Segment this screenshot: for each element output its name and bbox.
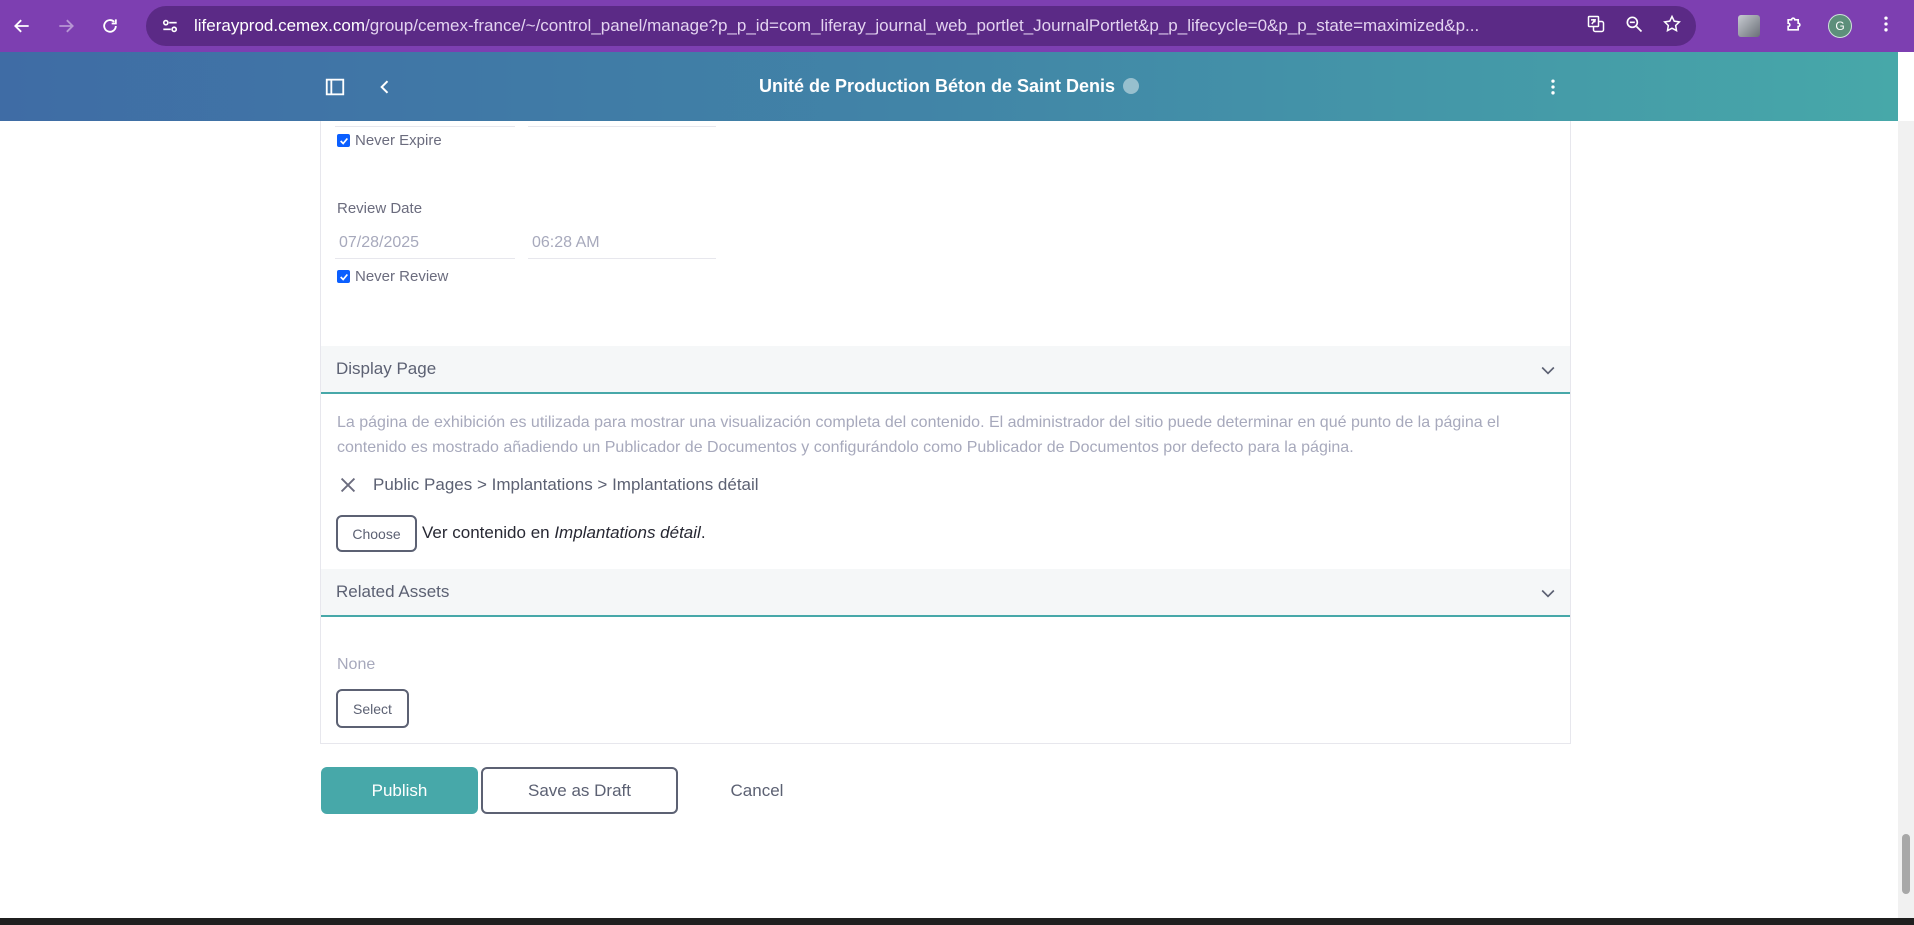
selected-display-page: Public Pages > Implantations > Implantat… [337,474,759,496]
never-expire-checkbox[interactable]: Never Expire [337,132,442,149]
save-as-draft-button[interactable]: Save as Draft [481,767,678,814]
cancel-button[interactable]: Cancel [710,767,804,814]
never-review-label: Never Review [355,268,449,285]
display-page-description: La página de exhibición es utilizada par… [337,414,1500,456]
selected-page-path: Public Pages > Implantations > Implantat… [373,475,759,494]
view-prefix: Ver contenido en [422,523,555,542]
review-time-input[interactable]: 06:28 AM [528,227,716,259]
puzzle-icon[interactable] [1784,14,1804,39]
related-assets-section-header[interactable]: Related Assets [321,569,1570,617]
more-vert-icon[interactable] [1876,14,1896,39]
back-arrow-icon[interactable] [0,0,44,52]
site-settings-icon[interactable] [156,12,184,40]
page-title-text: Unité de Production Béton de Saint Denis [758,76,1116,96]
taskbar-edge [0,918,1914,925]
chevron-down-icon[interactable] [1538,583,1558,603]
checkbox-checked-icon[interactable] [337,270,350,283]
content-panel: Never Expire Review Date 07/28/2025 06:2… [320,121,1571,744]
url-text[interactable]: liferayprod.cemex.com/group/cemex-france… [194,16,1584,36]
view-page-link[interactable]: Implantations détail [554,523,700,542]
zoom-icon[interactable] [1624,14,1644,39]
url-host: liferayprod.cemex.com [194,16,366,35]
scrollbar[interactable] [1898,121,1914,918]
forward-arrow-icon[interactable] [44,0,88,52]
never-expire-label: Never Expire [355,132,442,149]
address-bar[interactable]: liferayprod.cemex.com/group/cemex-france… [146,6,1696,46]
choose-button[interactable]: Choose [336,515,417,552]
app-header: Unité de Production Béton de Saint Denis [0,52,1898,121]
view-suffix: . [700,523,706,542]
expiration-date-field[interactable] [335,111,515,127]
display-page-title: Display Page [336,359,437,378]
expiration-time-field[interactable] [528,111,716,127]
select-button[interactable]: Select [336,689,409,728]
chevron-down-icon[interactable] [1538,360,1558,380]
star-icon[interactable] [1662,14,1682,39]
url-path: /group/cemex-france/~/control_panel/mana… [365,16,1480,35]
close-icon[interactable] [337,474,359,496]
scrollbar-thumb[interactable] [1902,834,1910,894]
review-date-label: Review Date [337,200,423,217]
related-assets-title: Related Assets [336,582,450,601]
reload-icon[interactable] [88,0,132,52]
display-page-section-header[interactable]: Display Page [321,346,1570,394]
kebab-menu-icon[interactable] [1540,74,1566,100]
avatar[interactable]: G [1828,14,1852,38]
help-icon[interactable] [1123,78,1140,94]
publish-button[interactable]: Publish [321,767,478,814]
extension-icon[interactable] [1738,15,1760,37]
related-assets-empty: None [337,656,376,673]
review-date-input[interactable]: 07/28/2025 [335,227,515,259]
checkbox-checked-icon[interactable] [337,134,350,147]
view-content-text: Ver contenido en Implantations détail. [422,523,706,543]
never-review-checkbox[interactable]: Never Review [337,268,448,285]
page-title: Unité de Production Béton de Saint Denis [0,76,1898,97]
translate-icon[interactable] [1586,14,1606,39]
